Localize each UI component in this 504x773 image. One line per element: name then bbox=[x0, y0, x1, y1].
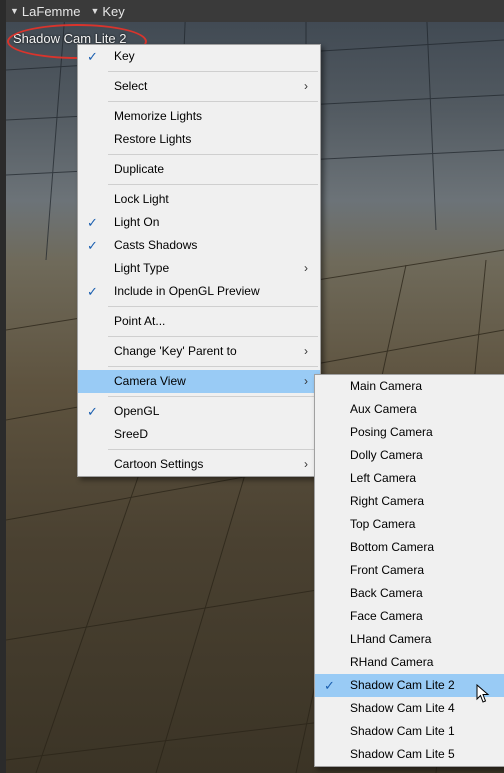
menu-item-label: Light Type bbox=[114, 261, 170, 275]
checkmark-icon: ✓ bbox=[87, 404, 98, 419]
menu-item-label: Key bbox=[114, 49, 135, 63]
submenu-item-shadow-cam-lite-1[interactable]: Shadow Cam Lite 1 bbox=[315, 720, 504, 743]
submenu-item-face-camera[interactable]: Face Camera bbox=[315, 605, 504, 628]
submenu-item-label: Posing Camera bbox=[350, 425, 433, 439]
menu-separator bbox=[108, 336, 318, 337]
checkmark-icon: ✓ bbox=[87, 238, 98, 253]
submenu-item-label: Shadow Cam Lite 1 bbox=[350, 724, 455, 738]
submenu-item-label: Shadow Cam Lite 4 bbox=[350, 701, 455, 715]
submenu-item-label: Shadow Cam Lite 2 bbox=[350, 678, 455, 692]
submenu-item-label: Main Camera bbox=[350, 379, 423, 393]
menu-separator bbox=[108, 154, 318, 155]
menu-item-label: Casts Shadows bbox=[114, 238, 198, 252]
submenu-arrow-icon: › bbox=[304, 261, 308, 275]
menu-item-restore-lights[interactable]: Restore Lights bbox=[78, 128, 320, 151]
figure-selector[interactable]: ▼ LaFemme bbox=[10, 4, 80, 19]
submenu-item-left-camera[interactable]: Left Camera bbox=[315, 467, 504, 490]
menu-item-lock-light[interactable]: Lock Light bbox=[78, 188, 320, 211]
submenu-item-lhand-camera[interactable]: LHand Camera bbox=[315, 628, 504, 651]
checkmark-icon: ✓ bbox=[87, 284, 98, 299]
menu-item-label: Include in OpenGL Preview bbox=[114, 284, 260, 298]
checkmark-icon: ✓ bbox=[87, 215, 98, 230]
menu-separator bbox=[108, 71, 318, 72]
menu-item-label: Camera View bbox=[114, 374, 186, 388]
menu-item-sreed[interactable]: SreeD bbox=[78, 423, 320, 446]
menu-item-light-type[interactable]: Light Type › bbox=[78, 257, 320, 280]
menu-item-label: Lock Light bbox=[114, 192, 169, 206]
submenu-item-bottom-camera[interactable]: Bottom Camera bbox=[315, 536, 504, 559]
submenu-item-shadow-cam-lite-5[interactable]: Shadow Cam Lite 5 bbox=[315, 743, 504, 766]
actor-selector-label: Key bbox=[102, 3, 125, 19]
menu-separator bbox=[108, 184, 318, 185]
menu-item-label: Duplicate bbox=[114, 162, 165, 176]
menu-separator bbox=[108, 366, 318, 367]
submenu-arrow-icon: › bbox=[304, 79, 308, 93]
submenu-item-label: Aux Camera bbox=[350, 402, 417, 416]
menu-separator bbox=[108, 396, 318, 397]
submenu-item-label: Back Camera bbox=[350, 586, 423, 600]
menu-item-opengl[interactable]: ✓ OpenGL bbox=[78, 400, 320, 423]
menu-item-label: Change 'Key' Parent to bbox=[114, 344, 237, 358]
menu-item-camera-view[interactable]: Camera View › bbox=[78, 370, 320, 393]
menu-item-key[interactable]: ✓ Key bbox=[78, 45, 320, 68]
submenu-item-main-camera[interactable]: Main Camera bbox=[315, 375, 504, 398]
submenu-item-back-camera[interactable]: Back Camera bbox=[315, 582, 504, 605]
submenu-item-dolly-camera[interactable]: Dolly Camera bbox=[315, 444, 504, 467]
menu-item-label: SreeD bbox=[114, 427, 149, 441]
menu-item-label: OpenGL bbox=[114, 404, 160, 418]
menu-item-duplicate[interactable]: Duplicate bbox=[78, 158, 320, 181]
menu-item-casts-shadows[interactable]: ✓ Casts Shadows bbox=[78, 234, 320, 257]
menu-item-change-key-parent-to[interactable]: Change 'Key' Parent to › bbox=[78, 340, 320, 363]
submenu-item-aux-camera[interactable]: Aux Camera bbox=[315, 398, 504, 421]
menu-item-memorize-lights[interactable]: Memorize Lights bbox=[78, 105, 320, 128]
submenu-item-rhand-camera[interactable]: RHand Camera bbox=[315, 651, 504, 674]
submenu-arrow-icon: › bbox=[304, 344, 308, 358]
submenu-item-label: Top Camera bbox=[350, 517, 416, 531]
menu-item-include-in-opengl-preview[interactable]: ✓ Include in OpenGL Preview bbox=[78, 280, 320, 303]
menu-item-select[interactable]: Select › bbox=[78, 75, 320, 98]
submenu-item-right-camera[interactable]: Right Camera bbox=[315, 490, 504, 513]
submenu-item-label: LHand Camera bbox=[350, 632, 432, 646]
camera-view-submenu: Main Camera Aux Camera Posing Camera Dolly … bbox=[314, 374, 504, 767]
menu-separator bbox=[108, 101, 318, 102]
actor-selector[interactable]: ▼ Key bbox=[90, 4, 124, 19]
menu-item-label: Select bbox=[114, 79, 148, 93]
figure-selector-label: LaFemme bbox=[21, 3, 81, 19]
submenu-item-posing-camera[interactable]: Posing Camera bbox=[315, 421, 504, 444]
submenu-item-label: Bottom Camera bbox=[350, 540, 435, 554]
triangle-down-icon: ▼ bbox=[10, 6, 19, 16]
mouse-cursor-icon bbox=[476, 684, 490, 703]
menu-item-label: Cartoon Settings bbox=[114, 457, 204, 471]
menu-item-label: Light On bbox=[114, 215, 160, 229]
submenu-item-front-camera[interactable]: Front Camera bbox=[315, 559, 504, 582]
submenu-item-label: Front Camera bbox=[350, 563, 425, 577]
submenu-item-top-camera[interactable]: Top Camera bbox=[315, 513, 504, 536]
menu-item-label: Point At... bbox=[114, 314, 166, 328]
submenu-item-label: Left Camera bbox=[350, 471, 417, 485]
menu-item-label: Memorize Lights bbox=[114, 109, 203, 123]
submenu-arrow-icon: › bbox=[304, 374, 308, 388]
submenu-item-label: Right Camera bbox=[350, 494, 425, 508]
light-context-menu: ✓ Key Select › Memorize Lights Restore Lights… bbox=[77, 44, 321, 477]
menu-separator bbox=[108, 306, 318, 307]
submenu-item-label: Shadow Cam Lite 5 bbox=[350, 747, 455, 761]
submenu-arrow-icon: › bbox=[304, 457, 308, 471]
menu-item-cartoon-settings[interactable]: Cartoon Settings › bbox=[78, 453, 320, 476]
submenu-item-label: Dolly Camera bbox=[350, 448, 423, 462]
checkmark-icon: ✓ bbox=[324, 678, 335, 693]
menu-separator bbox=[108, 449, 318, 450]
viewport-header: ▼ LaFemme ▼ Key bbox=[6, 0, 504, 22]
menu-item-point-at[interactable]: Point At... bbox=[78, 310, 320, 333]
triangle-down-icon: ▼ bbox=[90, 6, 100, 16]
submenu-item-label: RHand Camera bbox=[350, 655, 434, 669]
submenu-item-label: Face Camera bbox=[350, 609, 423, 623]
menu-item-light-on[interactable]: ✓ Light On bbox=[78, 211, 320, 234]
checkmark-icon: ✓ bbox=[87, 49, 98, 64]
menu-item-label: Restore Lights bbox=[114, 132, 192, 146]
